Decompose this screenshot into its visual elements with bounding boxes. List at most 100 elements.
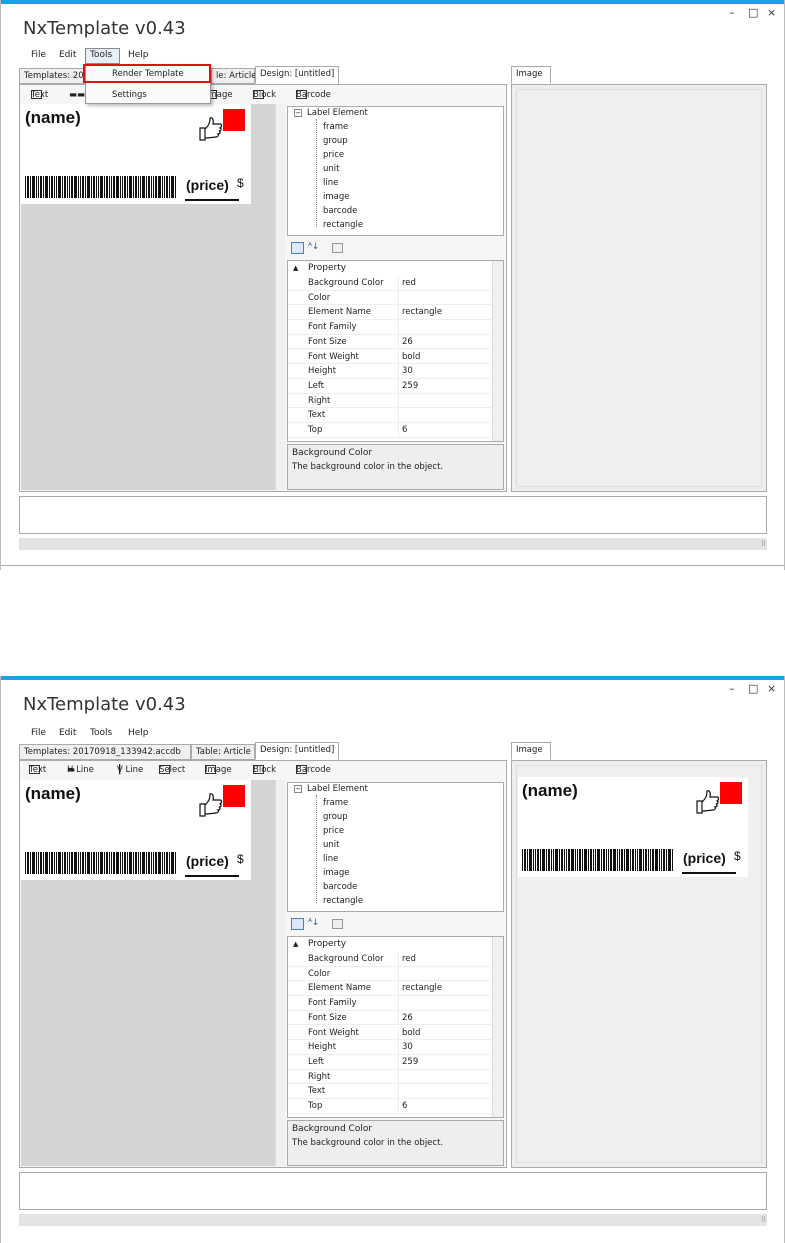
tree-item-unit[interactable]: unit — [323, 164, 339, 174]
property-pages-icon[interactable] — [332, 243, 343, 253]
minimize-icon[interactable]: – — [729, 683, 735, 695]
menu-item-settings[interactable]: Settings — [112, 90, 147, 100]
label-currency: $ — [237, 852, 244, 866]
label-preview[interactable]: (name) (price) $ — [21, 104, 251, 204]
property-row[interactable]: Font Weight bold — [288, 349, 493, 365]
property-row[interactable]: Background Color red — [288, 276, 493, 291]
tree-item-rectangle[interactable]: rectangle — [323, 220, 363, 230]
tree-item-line[interactable]: line — [323, 854, 338, 864]
property-description: Background Color The background color in… — [287, 444, 504, 490]
tree-item-image[interactable]: image — [323, 868, 349, 878]
canvas-scrollbar[interactable] — [275, 104, 285, 490]
alphabetical-icon[interactable]: ᴬ↓ — [308, 918, 319, 928]
hline-icon[interactable]: ▬▬ — [69, 90, 85, 100]
close-icon[interactable]: × — [767, 683, 776, 695]
tree-root[interactable]: Label Element — [307, 784, 368, 794]
menu-file[interactable]: File — [31, 728, 46, 738]
property-category: Property — [308, 263, 347, 273]
property-row[interactable]: Element Name rectangle — [288, 981, 493, 997]
tree-item-unit[interactable]: unit — [323, 840, 339, 850]
category-collapse-icon[interactable]: ▲ — [293, 264, 298, 272]
thumbs-up-icon — [696, 790, 720, 814]
alphabetical-icon[interactable]: ᴬ↓ — [308, 242, 319, 252]
property-row[interactable]: Font Weight bold — [288, 1025, 493, 1041]
tab-templates[interactable]: Templates: 20170918_133942.accdb — [19, 744, 191, 760]
resize-grip-icon[interactable]: ⠿ — [761, 1216, 766, 1224]
categorized-icon[interactable] — [291, 242, 304, 254]
property-row[interactable]: Text — [288, 408, 493, 423]
label-name-field[interactable]: (name) — [25, 784, 81, 804]
categorized-icon[interactable] — [291, 918, 304, 930]
tree-item-image[interactable]: image — [323, 192, 349, 202]
label-underline[interactable] — [185, 875, 239, 877]
resize-grip-icon[interactable]: ⠿ — [761, 540, 766, 548]
tab-table[interactable]: Table: Article — [191, 744, 255, 760]
label-price-field[interactable]: (price) — [186, 177, 229, 193]
property-row[interactable]: Height 30 — [288, 1040, 493, 1055]
maximize-icon[interactable]: □ — [748, 683, 758, 695]
tree-root[interactable]: Label Element — [307, 108, 368, 118]
property-row[interactable]: Background Color red — [288, 952, 493, 967]
tab-templates[interactable]: Templates: 20 — [19, 68, 89, 84]
minimize-icon[interactable]: – — [729, 7, 735, 19]
property-row[interactable]: Font Family — [288, 320, 493, 335]
menu-help[interactable]: Help — [128, 728, 149, 738]
property-row[interactable]: Right — [288, 393, 493, 409]
menu-tools[interactable]: Tools — [90, 50, 112, 60]
tree-item-barcode[interactable]: barcode — [323, 206, 357, 216]
property-row[interactable]: Top 6 — [288, 1099, 493, 1114]
tree-item-rectangle[interactable]: rectangle — [323, 896, 363, 906]
property-row[interactable]: Height 30 — [288, 364, 493, 379]
tab-design[interactable]: Design: [untitled] — [255, 66, 339, 84]
label-preview[interactable]: (name) (price) $ — [21, 780, 251, 880]
menu-edit[interactable]: Edit — [59, 728, 76, 738]
property-row[interactable]: Font Size 26 — [288, 334, 493, 350]
tree-collapse-icon[interactable]: − — [294, 785, 302, 793]
maximize-icon[interactable]: □ — [748, 7, 758, 19]
label-rectangle[interactable] — [223, 109, 245, 131]
property-row[interactable]: Font Size 26 — [288, 1010, 493, 1026]
tree-item-group[interactable]: group — [323, 812, 348, 822]
tab-design[interactable]: Design: [untitled] — [255, 742, 339, 760]
tree-item-price[interactable]: price — [323, 150, 344, 160]
menu-tools[interactable]: Tools — [90, 728, 112, 738]
property-row[interactable]: Left 259 — [288, 1054, 493, 1070]
property-row[interactable]: Text — [288, 1084, 493, 1099]
property-row[interactable]: Color — [288, 290, 493, 306]
description-title: Background Color — [292, 448, 373, 458]
menu-help[interactable]: Help — [128, 50, 149, 60]
app-window-1: NxTemplate v0.43 – □ × File Edit Tools H… — [0, 0, 785, 570]
label-barcode[interactable] — [25, 852, 177, 874]
label-name-field[interactable]: (name) — [25, 108, 81, 128]
tree-item-line[interactable]: line — [323, 178, 338, 188]
label-underline[interactable] — [185, 199, 239, 201]
property-row[interactable]: Color — [288, 966, 493, 982]
property-row[interactable]: Right — [288, 1069, 493, 1085]
tree-item-group[interactable]: group — [323, 136, 348, 146]
tree-collapse-icon[interactable]: − — [294, 109, 302, 117]
property-row[interactable]: Element Name rectangle — [288, 305, 493, 321]
property-row[interactable]: Left 259 — [288, 378, 493, 394]
property-row[interactable]: Top 6 — [288, 423, 493, 438]
tree-item-frame[interactable]: frame — [323, 798, 348, 808]
description-text: The background color in the object. — [292, 1138, 444, 1148]
tree-item-frame[interactable]: frame — [323, 122, 348, 132]
status-bar — [19, 538, 767, 550]
label-rectangle[interactable] — [223, 785, 245, 807]
menu-edit[interactable]: Edit — [59, 50, 76, 60]
label-barcode[interactable] — [25, 176, 177, 198]
tab-image[interactable]: Image — [511, 742, 551, 760]
tab-image[interactable]: Image — [511, 66, 551, 84]
property-pages-icon[interactable] — [332, 919, 343, 929]
tree-item-barcode[interactable]: barcode — [323, 882, 357, 892]
menu-file[interactable]: File — [31, 50, 46, 60]
property-row[interactable]: Font Family — [288, 996, 493, 1011]
close-icon[interactable]: × — [767, 7, 776, 19]
label-price-field[interactable]: (price) — [186, 853, 229, 869]
canvas-scrollbar[interactable] — [275, 780, 285, 1166]
category-collapse-icon[interactable]: ▲ — [293, 940, 298, 948]
tab-table[interactable]: le: Article — [211, 68, 256, 84]
property-scrollbar[interactable] — [492, 937, 503, 1117]
tree-item-price[interactable]: price — [323, 826, 344, 836]
property-scrollbar[interactable] — [492, 261, 503, 441]
